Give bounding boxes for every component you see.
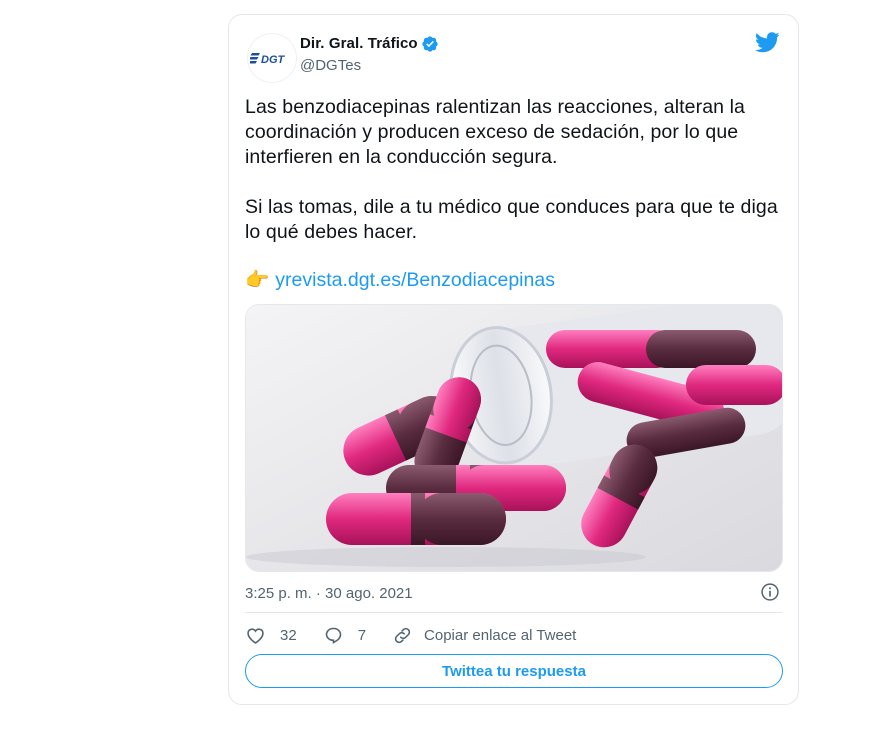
reply-button[interactable]: 7 (323, 625, 366, 646)
author-display-name[interactable]: Dir. Gral. Tráfico (300, 35, 418, 52)
verified-badge-icon (422, 36, 438, 52)
tweet-timestamp[interactable]: 3:25 p. m. · 30 ago. 2021 (245, 585, 413, 602)
info-icon[interactable] (760, 582, 780, 602)
tweet-paragraph-2: Si las tomas, dile a tu médico que condu… (245, 196, 778, 243)
tweet-link-line: 👉 yrevista.dgt.es/Benzodiacepinas (245, 268, 555, 293)
dgt-logo-icon: DGT (250, 53, 286, 66)
divider (245, 612, 782, 613)
pointing-hand-icon: 👉 (245, 269, 270, 291)
reply-tweet-button[interactable]: Twittea tu respuesta (245, 654, 783, 688)
pink-capsules-image (246, 305, 782, 571)
heart-icon (247, 627, 264, 644)
reply-bubble-icon (325, 627, 341, 644)
tweet-media-image[interactable] (245, 304, 783, 572)
tweet-actions: 32 7 Copiar enlace al Tweet (245, 621, 602, 649)
tweet-link[interactable]: yrevista.dgt.es/Benzodiacepinas (275, 269, 555, 291)
author-handle[interactable]: @DGTes (300, 57, 361, 74)
reply-count: 7 (357, 626, 367, 644)
tweet-card: DGT Dir. Gral. Tráfico @DGTes Las benzod… (228, 14, 799, 705)
copy-link-button[interactable]: Copiar enlace al Tweet (392, 625, 576, 646)
tweet-text: Las benzodiacepinas ralentizan las reacc… (245, 95, 785, 270)
twitter-bird-icon[interactable] (755, 32, 780, 53)
like-button[interactable]: 32 (245, 625, 297, 646)
copy-link-label: Copiar enlace al Tweet (424, 626, 577, 644)
link-icon (394, 627, 411, 643)
avatar-logo-text: DGT (261, 54, 286, 66)
tweet-paragraph-1: Las benzodiacepinas ralentizan las reacc… (245, 96, 746, 168)
like-count: 32 (280, 626, 297, 644)
avatar[interactable]: DGT (247, 33, 297, 83)
